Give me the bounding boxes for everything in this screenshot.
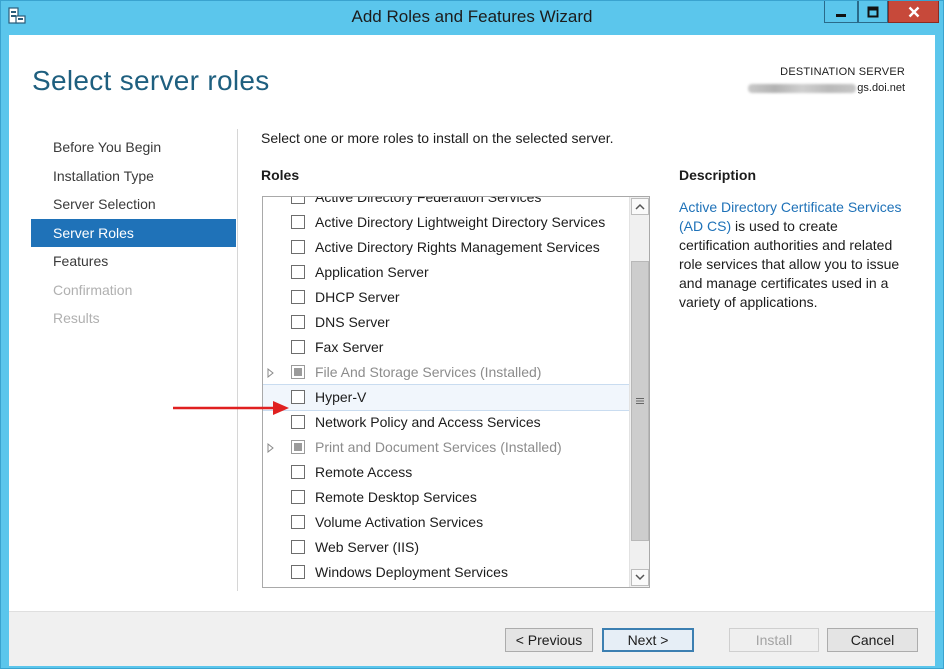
role-label: DHCP Server — [315, 289, 400, 305]
chevron-up-icon — [635, 203, 645, 210]
close-icon — [908, 6, 919, 17]
role-row[interactable]: Remote Access — [263, 460, 630, 485]
role-label: Volume Activation Services — [315, 514, 484, 530]
grip-icon — [636, 398, 644, 404]
nav-item-confirmation: Confirmation — [53, 281, 133, 298]
role-row[interactable]: DNS Server — [263, 310, 630, 335]
role-label: Active Directory Rights Management Servi… — [315, 239, 600, 255]
nav-item-before-you-begin[interactable]: Before You Begin — [31, 133, 236, 162]
role-label: Web Server (IIS) — [315, 539, 419, 555]
roles-listbox[interactable]: Active Directory Federation Services Acti… — [262, 196, 650, 588]
role-label: Print and Document Services (Installed) — [315, 439, 562, 455]
role-checkbox[interactable] — [291, 340, 305, 354]
maximize-icon — [867, 6, 879, 17]
role-checkbox[interactable] — [291, 515, 305, 529]
role-label: Windows Deployment Services — [315, 564, 508, 580]
role-checkbox — [291, 365, 305, 379]
role-label: File And Storage Services (Installed) — [315, 364, 542, 380]
wizard-steps-nav: Before You Begin Installation Type Serve… — [31, 133, 236, 333]
role-checkbox[interactable] — [291, 265, 305, 279]
maximize-button[interactable] — [858, 1, 888, 23]
role-row[interactable]: DHCP Server — [263, 285, 630, 310]
close-button[interactable] — [888, 1, 939, 23]
role-row[interactable]: Volume Activation Services — [263, 510, 630, 535]
expand-triangle-icon[interactable] — [267, 368, 275, 378]
role-checkbox — [291, 440, 305, 454]
role-checkbox[interactable] — [291, 240, 305, 254]
cancel-button[interactable]: Cancel — [827, 628, 918, 652]
role-row[interactable]: Application Server — [263, 260, 630, 285]
expand-triangle-icon[interactable] — [267, 443, 275, 453]
nav-item-features[interactable]: Features — [31, 247, 236, 276]
destination-host-suffix: gs.doi.net — [857, 82, 905, 94]
role-label: Active Directory Lightweight Directory S… — [315, 214, 606, 230]
role-row[interactable]: Active Directory Federation Services — [263, 196, 630, 210]
minimize-button[interactable] — [824, 1, 858, 23]
role-label: Remote Access — [315, 464, 413, 480]
role-checkbox[interactable] — [291, 390, 305, 404]
chevron-down-icon — [635, 574, 645, 581]
previous-button[interactable]: < Previous — [505, 628, 593, 652]
description-heading: Description — [679, 167, 757, 183]
role-label: Application Server — [315, 264, 429, 280]
title-bar[interactable]: Add Roles and Features Wizard — [1, 1, 943, 33]
destination-server-host: gs.doi.net — [748, 82, 905, 94]
role-row[interactable]: Fax Server — [263, 335, 630, 360]
role-checkbox[interactable] — [291, 490, 305, 504]
role-label: Network Policy and Access Services — [315, 414, 541, 430]
destination-server-label: DESTINATION SERVER — [780, 66, 905, 78]
role-row[interactable]: Print and Document Services (Installed) — [263, 435, 630, 460]
role-row[interactable]: Hyper-V — [263, 384, 631, 411]
role-label: Hyper-V — [315, 389, 367, 405]
roles-scrollbar[interactable] — [629, 197, 649, 587]
role-checkbox[interactable] — [291, 197, 305, 204]
role-checkbox[interactable] — [291, 565, 305, 579]
role-label: DNS Server — [315, 314, 390, 330]
role-checkbox[interactable] — [291, 540, 305, 554]
next-button[interactable]: Next > — [602, 628, 694, 652]
role-row[interactable]: Windows Deployment Services — [263, 560, 630, 585]
page-title: Select server roles — [32, 65, 270, 96]
role-row[interactable]: Remote Desktop Services — [263, 485, 630, 510]
role-label: Active Directory Federation Services — [315, 196, 542, 205]
role-row[interactable]: Web Server (IIS) — [263, 535, 630, 560]
nav-item-results: Results — [53, 310, 100, 326]
role-checkbox[interactable] — [291, 415, 305, 429]
role-label: Remote Desktop Services — [315, 489, 477, 505]
role-row[interactable]: Active Directory Lightweight Directory S… — [263, 210, 630, 235]
nav-item-server-selection[interactable]: Server Selection — [31, 190, 236, 219]
role-label: Fax Server — [315, 339, 384, 355]
wizard-footer: < Previous Next > Install Cancel — [9, 611, 935, 666]
role-checkbox[interactable] — [291, 290, 305, 304]
minimize-icon — [836, 13, 846, 17]
nav-item-installation-type[interactable]: Installation Type — [31, 162, 236, 191]
roles-heading: Roles — [261, 167, 300, 183]
roles-list: Active Directory Federation Services Acti… — [263, 196, 631, 585]
redacted-hostname — [748, 83, 857, 93]
role-checkbox[interactable] — [291, 315, 305, 329]
nav-item-server-roles[interactable]: Server Roles — [31, 218, 236, 247]
scroll-down-button[interactable] — [631, 569, 649, 586]
window-title: Add Roles and Features Wizard — [351, 7, 593, 26]
annotation-arrow-icon — [173, 401, 289, 415]
role-row[interactable]: File And Storage Services (Installed) — [263, 360, 630, 385]
role-checkbox[interactable] — [291, 215, 305, 229]
role-row[interactable]: Network Policy and Access Services — [263, 410, 630, 435]
role-checkbox[interactable] — [291, 465, 305, 479]
description-text: Active Directory Certificate Services (A… — [679, 198, 909, 312]
scroll-up-button[interactable] — [631, 198, 649, 215]
nav-divider — [237, 129, 238, 591]
scroll-thumb[interactable] — [631, 261, 649, 541]
wizard-window: Add Roles and Features Wizard Select ser… — [0, 0, 944, 669]
instruction-text: Select one or more roles to install on t… — [261, 130, 614, 146]
role-row[interactable]: Active Directory Rights Management Servi… — [263, 235, 630, 260]
install-button: Install — [729, 628, 819, 652]
wizard-client-area: Select server roles DESTINATION SERVER g… — [9, 35, 935, 666]
